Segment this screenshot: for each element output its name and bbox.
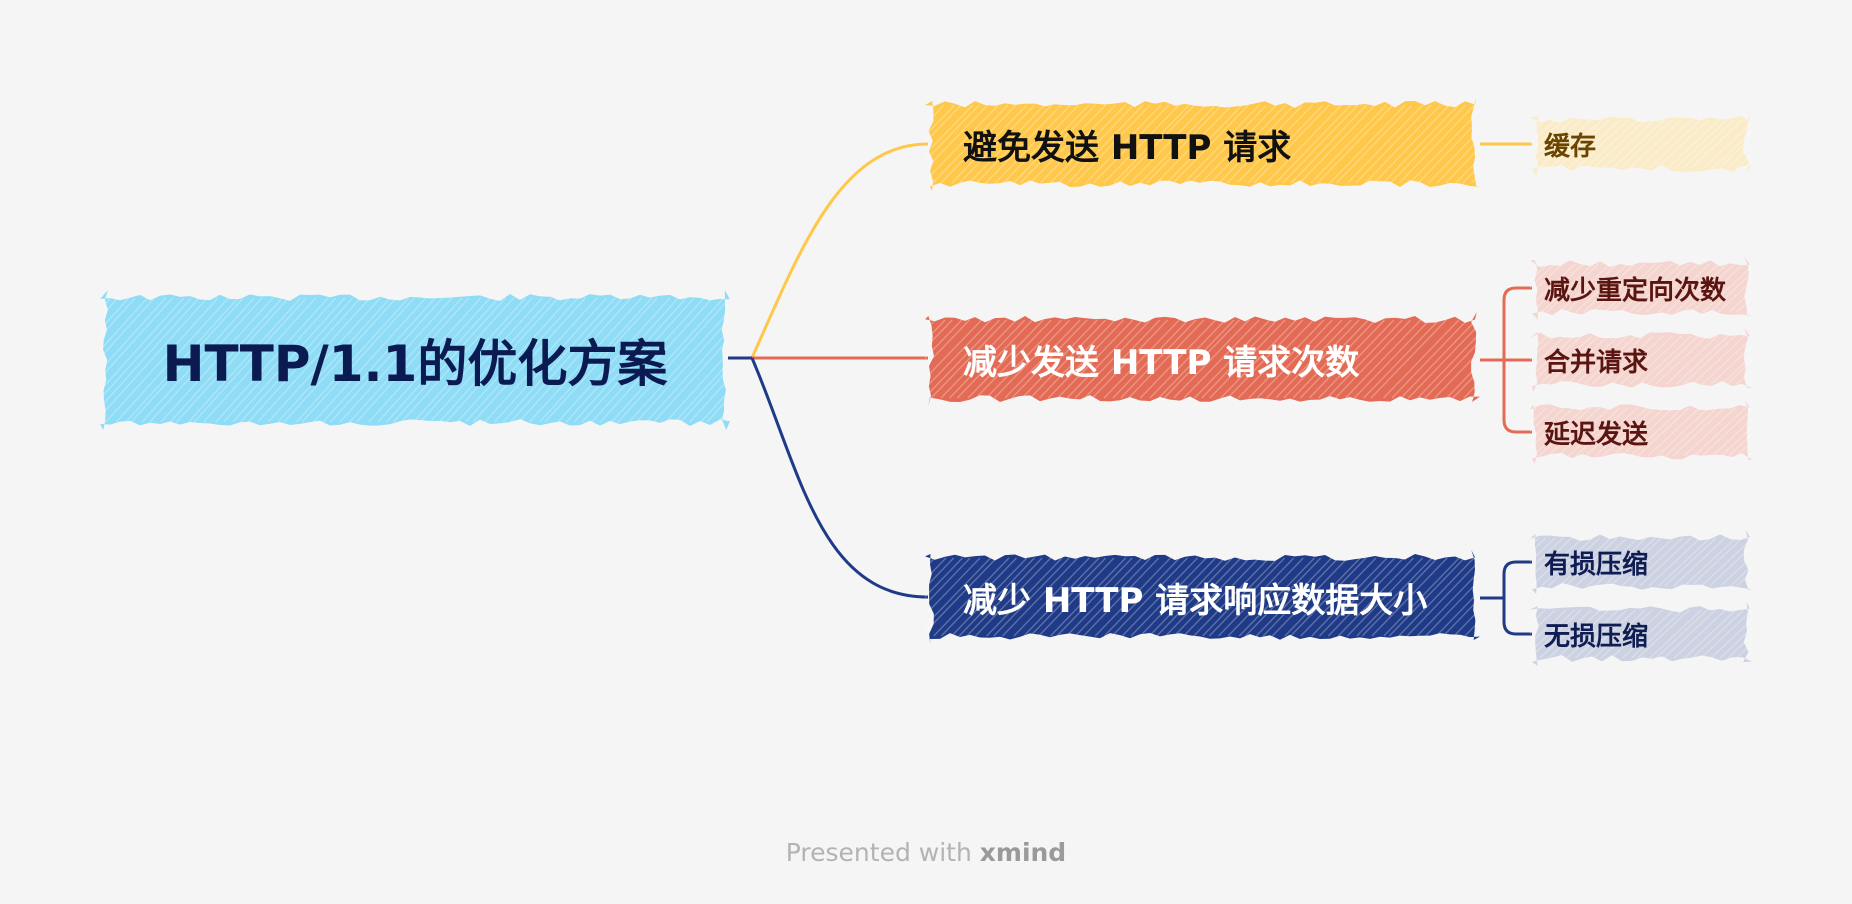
branch-topic-reduce-request-count[interactable]: 减少发送 HTTP 请求次数 — [925, 312, 1480, 406]
root-topic[interactable]: HTTP/1.1的优化方案 — [100, 290, 730, 430]
subtopic-cache[interactable]: 缓存 — [1530, 112, 1752, 176]
branch-topic-label: 减少 HTTP 请求响应数据大小 — [963, 580, 1428, 621]
subtopic-merge-requests[interactable]: 合并请求 — [1530, 328, 1752, 392]
branch-topic-avoid-requests[interactable]: 避免发送 HTTP 请求 — [925, 97, 1480, 191]
branch-topic-label: 避免发送 HTTP 请求 — [963, 127, 1292, 168]
subtopic-label: 合并请求 — [1544, 347, 1649, 378]
hatch-stroke — [1746, 580, 1752, 587]
connector-branch-3-bracket — [1502, 560, 1532, 636]
subtopic-reduce-redirects[interactable]: 减少重定向次数 — [1530, 256, 1752, 320]
mindmap-canvas: HTTP/1.1的优化方案 避免发送 HTTP 请求 减少发送 HTTP 请求次… — [0, 0, 1852, 904]
subtopic-label: 减少重定向次数 — [1544, 275, 1727, 306]
connector-root-branch-1 — [750, 142, 929, 359]
presented-with-footer: Presented with xmind — [0, 838, 1852, 867]
branch-topic-label: 减少发送 HTTP 请求次数 — [963, 342, 1360, 383]
subtopic-lossless-compression[interactable]: 无损压缩 — [1530, 602, 1752, 666]
subtopic-lossy-compression[interactable]: 有损压缩 — [1530, 530, 1752, 594]
branch-topic-reduce-data-size[interactable]: 减少 HTTP 请求响应数据大小 — [925, 550, 1480, 644]
subtopic-label: 延迟发送 — [1544, 419, 1649, 450]
subtopic-label: 无损压缩 — [1544, 621, 1649, 652]
subtopic-label: 缓存 — [1544, 131, 1597, 162]
connector-root-branch-3 — [750, 357, 929, 599]
hatch-stroke — [726, 417, 730, 423]
hatch-stroke — [1530, 119, 1537, 127]
subtopic-label: 有损压缩 — [1544, 549, 1649, 580]
hatch-stroke — [1747, 451, 1752, 457]
root-topic-label: HTTP/1.1的优化方案 — [162, 335, 668, 393]
footer-prefix: Presented with — [785, 838, 972, 867]
subtopic-lazy-send[interactable]: 延迟发送 — [1530, 400, 1752, 464]
xmind-brand: xmind — [979, 838, 1067, 867]
